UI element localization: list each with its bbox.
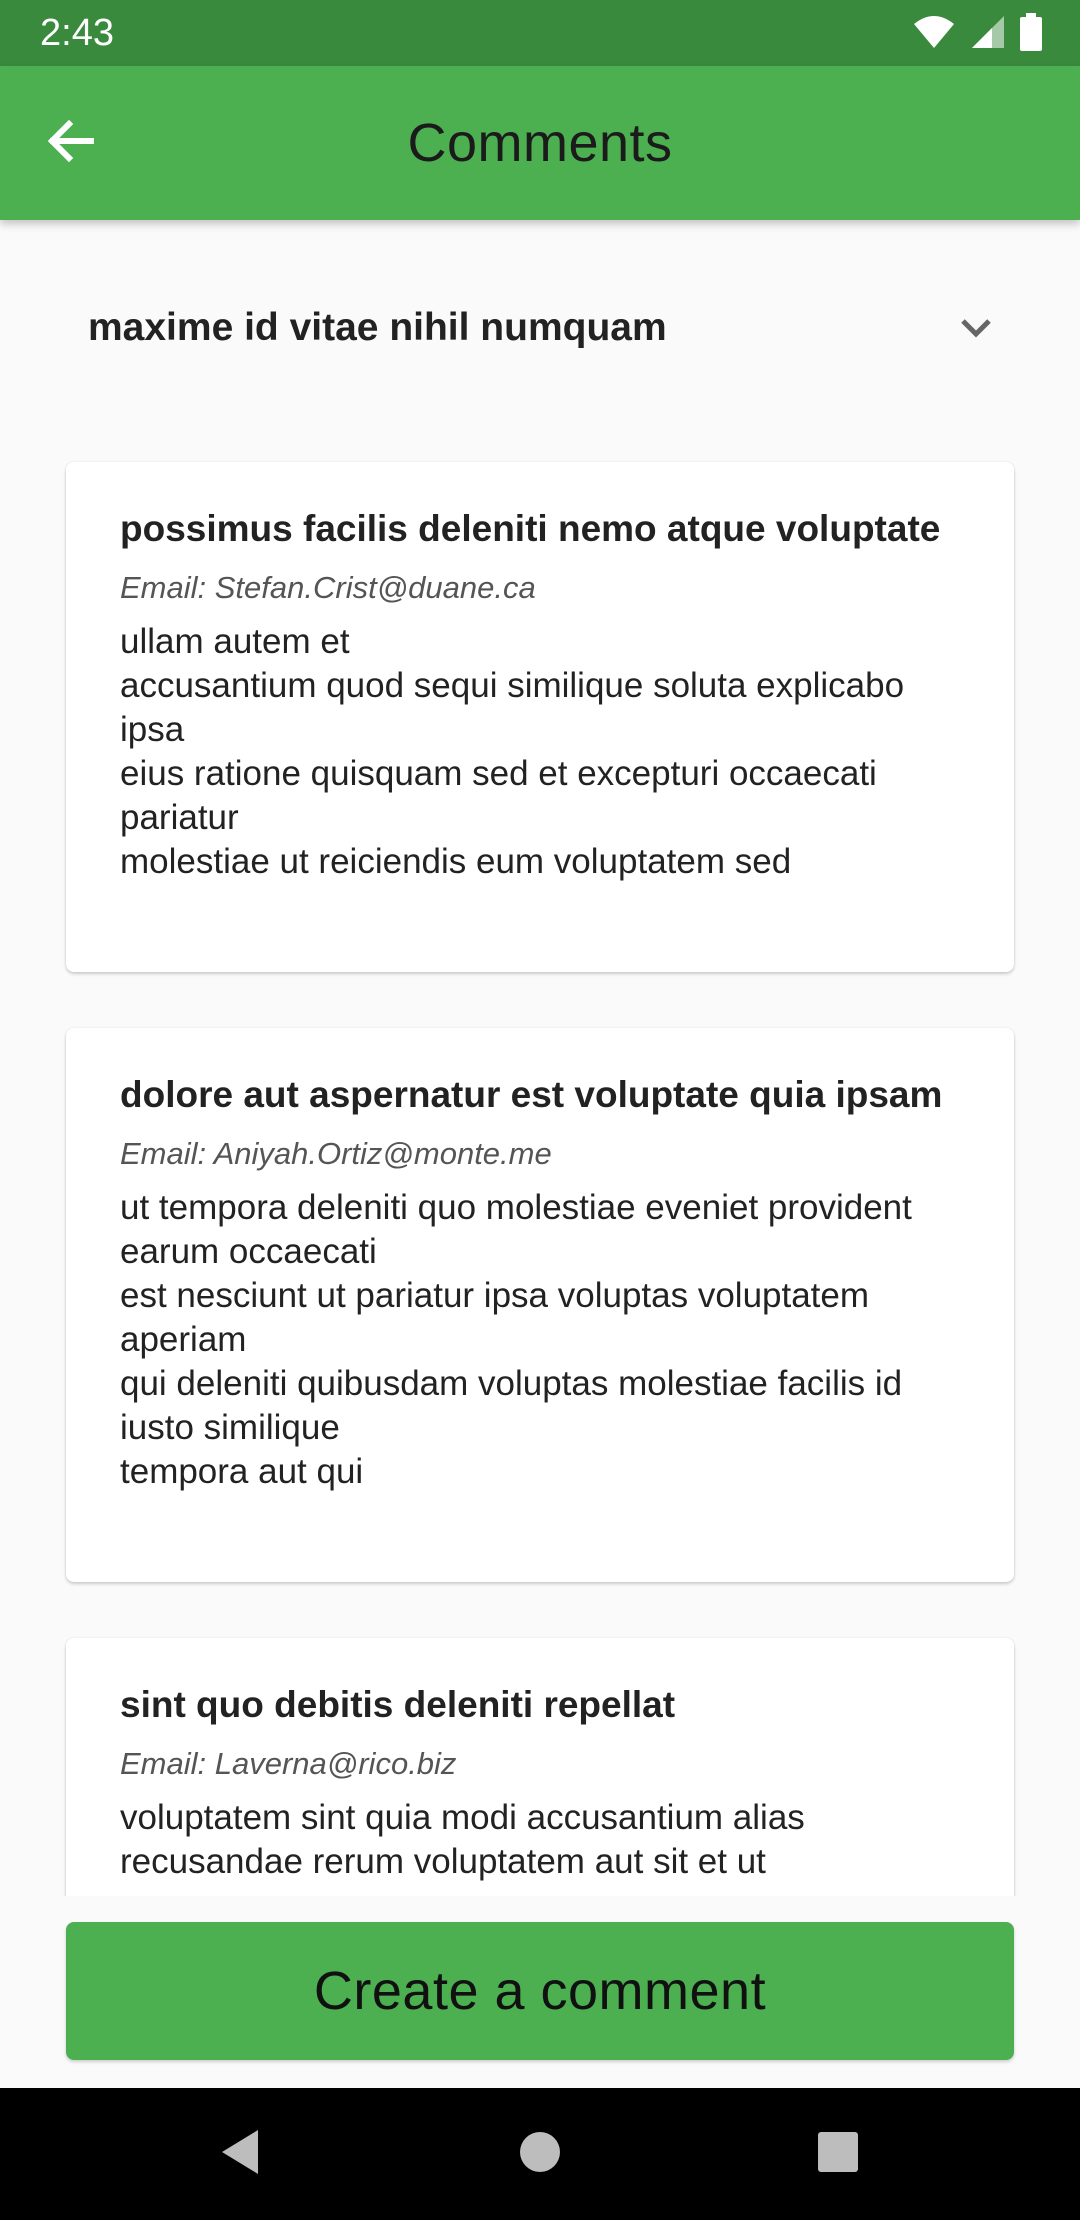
signal-icon xyxy=(970,14,1006,55)
comment-title: sint quo debitis deleniti repellat xyxy=(120,1684,676,1725)
triangle-back-icon xyxy=(218,2128,262,2181)
status-bar: 2:43 xyxy=(0,0,1080,66)
comment-card: dolore aut aspernatur est voluptate quia… xyxy=(66,1028,1014,1582)
comment-email: Email: Laverna@rico.biz xyxy=(120,1746,457,1781)
post-dropdown-value: maxime id vitae nihil numquam xyxy=(88,306,667,349)
chevron-down-icon xyxy=(946,298,1006,358)
wifi-icon xyxy=(912,14,956,55)
page-title: Comments xyxy=(407,113,673,173)
comment-title: possimus facilis deleniti nemo atque vol… xyxy=(120,508,941,549)
navigation-bar xyxy=(0,2088,1080,2220)
comment-body: voluptatem sint quia modi accusantium al… xyxy=(120,1798,805,1881)
nav-recents-button[interactable] xyxy=(798,2114,878,2194)
comment-email: Email: Aniyah.Ortiz@monte.me xyxy=(120,1136,552,1171)
post-dropdown[interactable]: maxime id vitae nihil numquam xyxy=(66,280,1006,376)
status-icons xyxy=(912,12,1042,56)
nav-back-button[interactable] xyxy=(200,2114,280,2194)
create-comment-button[interactable]: Create a comment xyxy=(66,1922,1014,2060)
comment-body: ullam autem et accusantium quod sequi si… xyxy=(120,622,905,881)
status-time: 2:43 xyxy=(40,12,114,54)
comment-card: sint quo debitis deleniti repellat Email… xyxy=(66,1638,1014,1896)
battery-icon xyxy=(1020,12,1042,56)
square-recents-icon xyxy=(816,2130,860,2179)
comment-list[interactable]: possimus facilis deleniti nemo atque vol… xyxy=(0,440,1080,1896)
nav-home-button[interactable] xyxy=(500,2114,580,2194)
comment-body: ut tempora deleniti quo molestiae evenie… xyxy=(120,1188,912,1491)
comment-title: dolore aut aspernatur est voluptate quia… xyxy=(120,1074,943,1115)
comment-card: possimus facilis deleniti nemo atque vol… xyxy=(66,462,1014,972)
app-bar: Comments xyxy=(0,66,1080,220)
circle-home-icon xyxy=(518,2130,562,2179)
comment-email: Email: Stefan.Crist@duane.ca xyxy=(120,570,536,605)
